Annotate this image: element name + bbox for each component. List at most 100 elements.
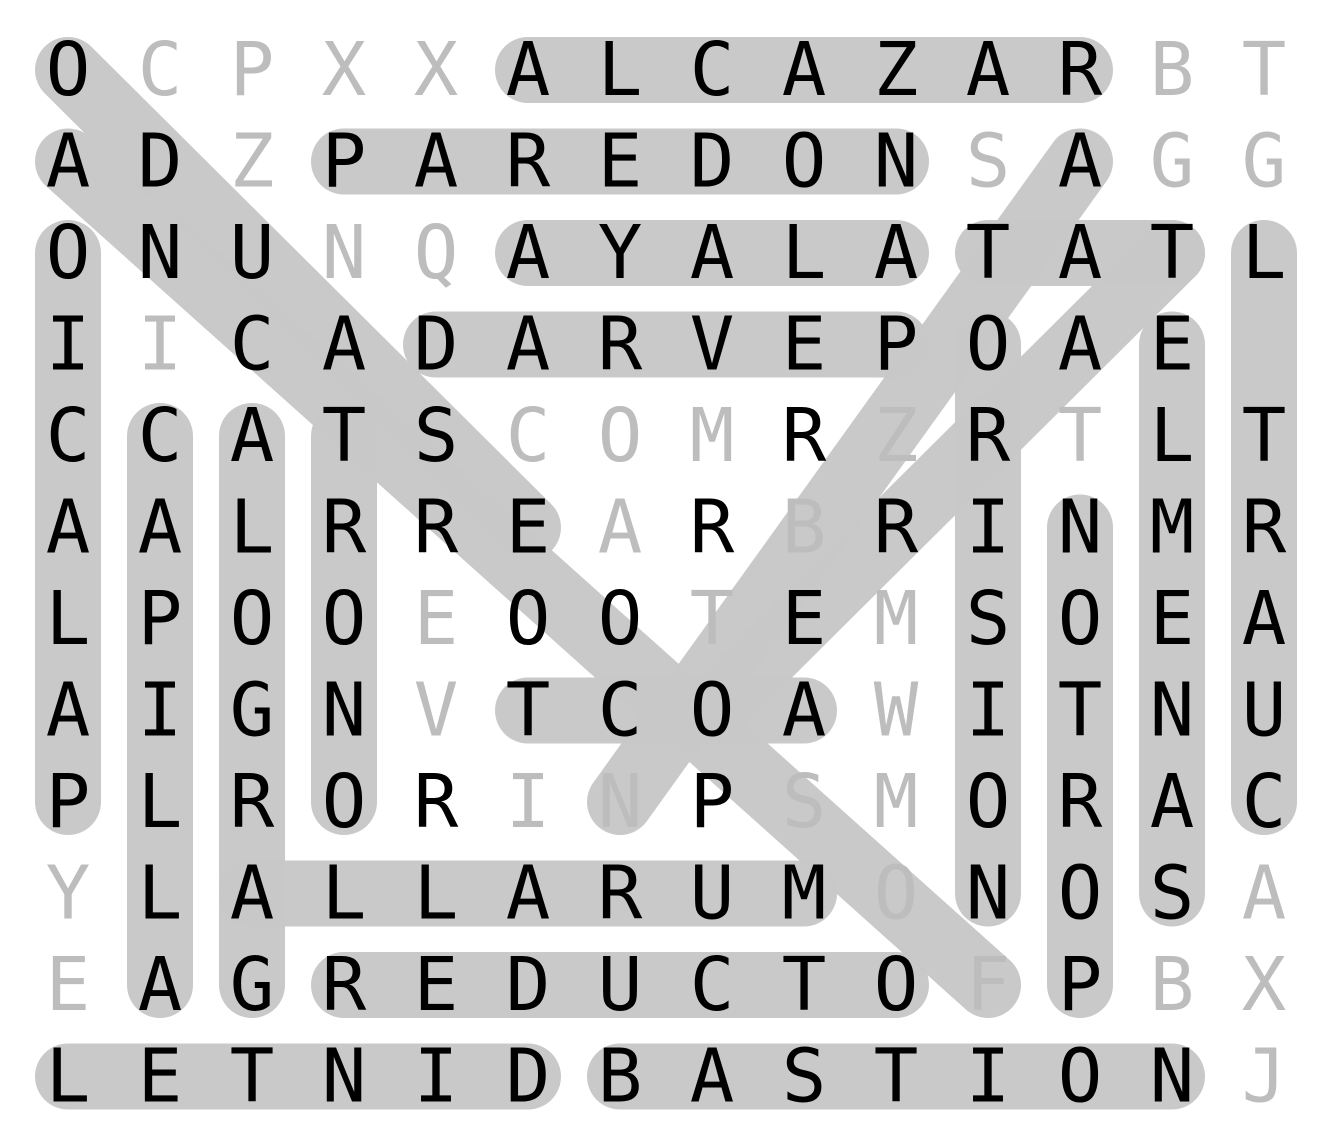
grid-letter[interactable]: R — [690, 485, 735, 571]
grid-letter[interactable]: A — [506, 851, 551, 937]
grid-letter[interactable]: Z — [874, 393, 919, 479]
grid-letter[interactable]: G — [230, 942, 275, 1028]
grid-letter[interactable]: O — [322, 759, 367, 845]
grid-letter[interactable]: A — [598, 485, 643, 571]
grid-letter[interactable]: M — [1150, 485, 1195, 571]
grid-letter[interactable]: N — [966, 851, 1011, 937]
grid-letter[interactable]: E — [1150, 302, 1195, 388]
grid-letter[interactable]: R — [322, 485, 367, 571]
grid-letter[interactable]: R — [414, 485, 459, 571]
grid-letter[interactable]: O — [598, 576, 643, 662]
grid-letter[interactable]: P — [46, 759, 91, 845]
grid-letter[interactable]: S — [414, 393, 459, 479]
grid-letter[interactable]: T — [1242, 393, 1287, 479]
grid-letter[interactable]: P — [1058, 942, 1103, 1028]
grid-letter[interactable]: O — [1058, 576, 1103, 662]
grid-letter[interactable]: L — [1242, 210, 1287, 296]
grid-letter[interactable]: A — [230, 851, 275, 937]
grid-letter[interactable]: A — [322, 302, 367, 388]
grid-letter[interactable]: O — [322, 576, 367, 662]
grid-letter[interactable]: S — [966, 119, 1011, 205]
grid-letter[interactable]: A — [230, 393, 275, 479]
grid-letter[interactable]: O — [874, 942, 919, 1028]
grid-letter[interactable]: O — [874, 851, 919, 937]
grid-letter[interactable]: V — [690, 302, 735, 388]
grid-letter[interactable]: A — [690, 1034, 735, 1120]
grid-letter[interactable]: Y — [598, 210, 643, 296]
grid-letter[interactable]: N — [1150, 668, 1195, 754]
grid-letter[interactable]: B — [1150, 942, 1195, 1028]
grid-letter[interactable]: R — [1058, 759, 1103, 845]
grid-letter[interactable]: I — [414, 1034, 459, 1120]
grid-letter[interactable]: R — [782, 393, 827, 479]
grid-letter[interactable]: I — [138, 668, 183, 754]
grid-letter[interactable]: U — [230, 210, 275, 296]
grid-letter[interactable]: B — [598, 1034, 643, 1120]
grid-letter[interactable]: S — [782, 759, 827, 845]
grid-letter[interactable]: A — [138, 485, 183, 571]
grid-letter[interactable]: S — [782, 1034, 827, 1120]
grid-letter[interactable]: A — [1058, 302, 1103, 388]
grid-letter[interactable]: P — [230, 27, 275, 113]
grid-letter[interactable]: D — [506, 942, 551, 1028]
grid-letter[interactable]: E — [414, 576, 459, 662]
grid-letter[interactable]: N — [322, 1034, 367, 1120]
grid-letter[interactable]: A — [1150, 759, 1195, 845]
grid-letter[interactable]: O — [598, 393, 643, 479]
grid-letter[interactable]: O — [966, 759, 1011, 845]
grid-letter[interactable]: M — [782, 851, 827, 937]
grid-letter[interactable]: N — [1150, 1034, 1195, 1120]
grid-letter[interactable]: I — [506, 759, 551, 845]
grid-letter[interactable]: T — [966, 210, 1011, 296]
grid-letter[interactable]: O — [230, 576, 275, 662]
grid-letter[interactable]: B — [782, 485, 827, 571]
grid-letter[interactable]: A — [138, 942, 183, 1028]
grid-letter[interactable]: X — [1242, 942, 1287, 1028]
grid-letter[interactable]: O — [46, 210, 91, 296]
grid-letter[interactable]: R — [414, 759, 459, 845]
grid-letter[interactable]: W — [874, 668, 919, 754]
grid-letter[interactable]: U — [690, 851, 735, 937]
grid-letter[interactable]: X — [322, 27, 367, 113]
grid-letter[interactable]: U — [1242, 668, 1287, 754]
grid-letter[interactable]: E — [782, 302, 827, 388]
grid-letter[interactable]: Z — [874, 27, 919, 113]
grid-letter[interactable]: O — [966, 302, 1011, 388]
grid-letter[interactable]: R — [874, 485, 919, 571]
grid-letter[interactable]: C — [690, 27, 735, 113]
grid-letter[interactable]: O — [690, 668, 735, 754]
grid-letter[interactable]: M — [874, 576, 919, 662]
grid-letter[interactable]: T — [322, 393, 367, 479]
grid-letter[interactable]: L — [414, 851, 459, 937]
grid-letter[interactable]: R — [506, 119, 551, 205]
grid-letter[interactable]: R — [966, 393, 1011, 479]
grid-letter[interactable]: A — [46, 668, 91, 754]
grid-letter[interactable]: N — [874, 119, 919, 205]
grid-letter[interactable]: A — [782, 27, 827, 113]
grid-letter[interactable]: V — [414, 668, 459, 754]
grid-letter[interactable]: T — [782, 942, 827, 1028]
grid-letter[interactable]: E — [1150, 576, 1195, 662]
grid-letter[interactable]: N — [322, 210, 367, 296]
grid-letter[interactable]: A — [1058, 210, 1103, 296]
grid-letter[interactable]: T — [506, 668, 551, 754]
grid-letter[interactable]: S — [1150, 851, 1195, 937]
grid-letter[interactable]: L — [322, 851, 367, 937]
grid-letter[interactable]: I — [46, 302, 91, 388]
grid-letter[interactable]: E — [782, 576, 827, 662]
grid-letter[interactable]: I — [966, 485, 1011, 571]
grid-letter[interactable]: C — [138, 393, 183, 479]
grid-letter[interactable]: Z — [230, 119, 275, 205]
grid-letter[interactable]: S — [966, 576, 1011, 662]
grid-letter[interactable]: A — [1242, 576, 1287, 662]
grid-letter[interactable]: E — [598, 119, 643, 205]
grid-letter[interactable]: G — [1242, 119, 1287, 205]
grid-letter[interactable]: R — [230, 759, 275, 845]
grid-letter[interactable]: L — [230, 485, 275, 571]
grid-letter[interactable]: J — [1242, 1034, 1287, 1120]
grid-letter[interactable]: O — [506, 576, 551, 662]
grid-letter[interactable]: O — [46, 27, 91, 113]
grid-letter[interactable]: E — [506, 485, 551, 571]
grid-letter[interactable]: L — [46, 576, 91, 662]
grid-letter[interactable]: G — [1150, 119, 1195, 205]
